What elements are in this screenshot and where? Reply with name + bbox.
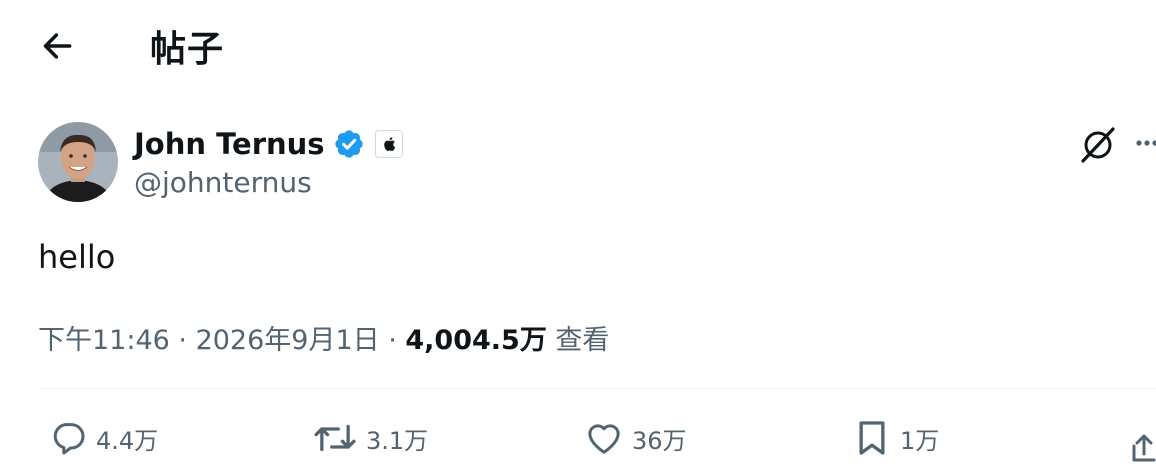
views-count: 4,004.5万	[405, 325, 547, 356]
views-label: 查看	[546, 325, 610, 356]
affiliate-badge[interactable]	[374, 130, 403, 158]
name-line: John Ternus	[134, 126, 403, 162]
meta-separator: ·	[379, 325, 406, 356]
repost-icon	[314, 424, 356, 452]
post-meta: 下午11:46 · 2026年9月1日 · 4,004.5万 查看	[38, 318, 609, 357]
user-handle[interactable]: @johnternus	[134, 166, 312, 199]
post-time[interactable]: 下午11:46	[38, 325, 170, 356]
more-horizontal-icon	[1136, 140, 1156, 146]
grok-button[interactable]	[1078, 124, 1118, 164]
grok-icon	[1081, 127, 1115, 163]
reply-icon	[53, 423, 85, 455]
meta-separator: ·	[169, 325, 196, 356]
bookmark-button[interactable]: 1万	[852, 416, 939, 460]
post-text: hello	[38, 238, 116, 276]
like-button[interactable]: 36万	[584, 416, 687, 460]
avatar-image	[38, 122, 118, 202]
apple-icon	[383, 137, 395, 151]
heart-icon	[588, 424, 620, 454]
bookmark-icon	[859, 421, 885, 455]
post-date[interactable]: 2026年9月1日	[196, 325, 380, 356]
repost-button[interactable]: 3.1万	[312, 416, 428, 460]
top-bar: 帖子	[0, 0, 1156, 92]
repost-count: 3.1万	[366, 426, 429, 455]
share-button[interactable]	[1100, 414, 1156, 468]
divider	[38, 388, 1156, 389]
reply-button[interactable]: 4.4万	[48, 416, 158, 460]
display-name[interactable]: John Ternus	[134, 127, 325, 161]
like-count: 36万	[632, 426, 687, 455]
back-button[interactable]	[38, 26, 78, 66]
author-row: John Ternus @johnternus	[38, 122, 1156, 204]
more-options-button[interactable]	[1132, 128, 1156, 158]
share-icon	[1132, 434, 1156, 462]
page-title: 帖子	[150, 29, 225, 70]
avatar[interactable]	[38, 122, 118, 202]
verified-badge-icon[interactable]	[333, 128, 365, 160]
reply-count: 4.4万	[96, 426, 159, 455]
arrow-left-icon	[43, 33, 72, 59]
bookmark-count: 1万	[900, 426, 940, 455]
